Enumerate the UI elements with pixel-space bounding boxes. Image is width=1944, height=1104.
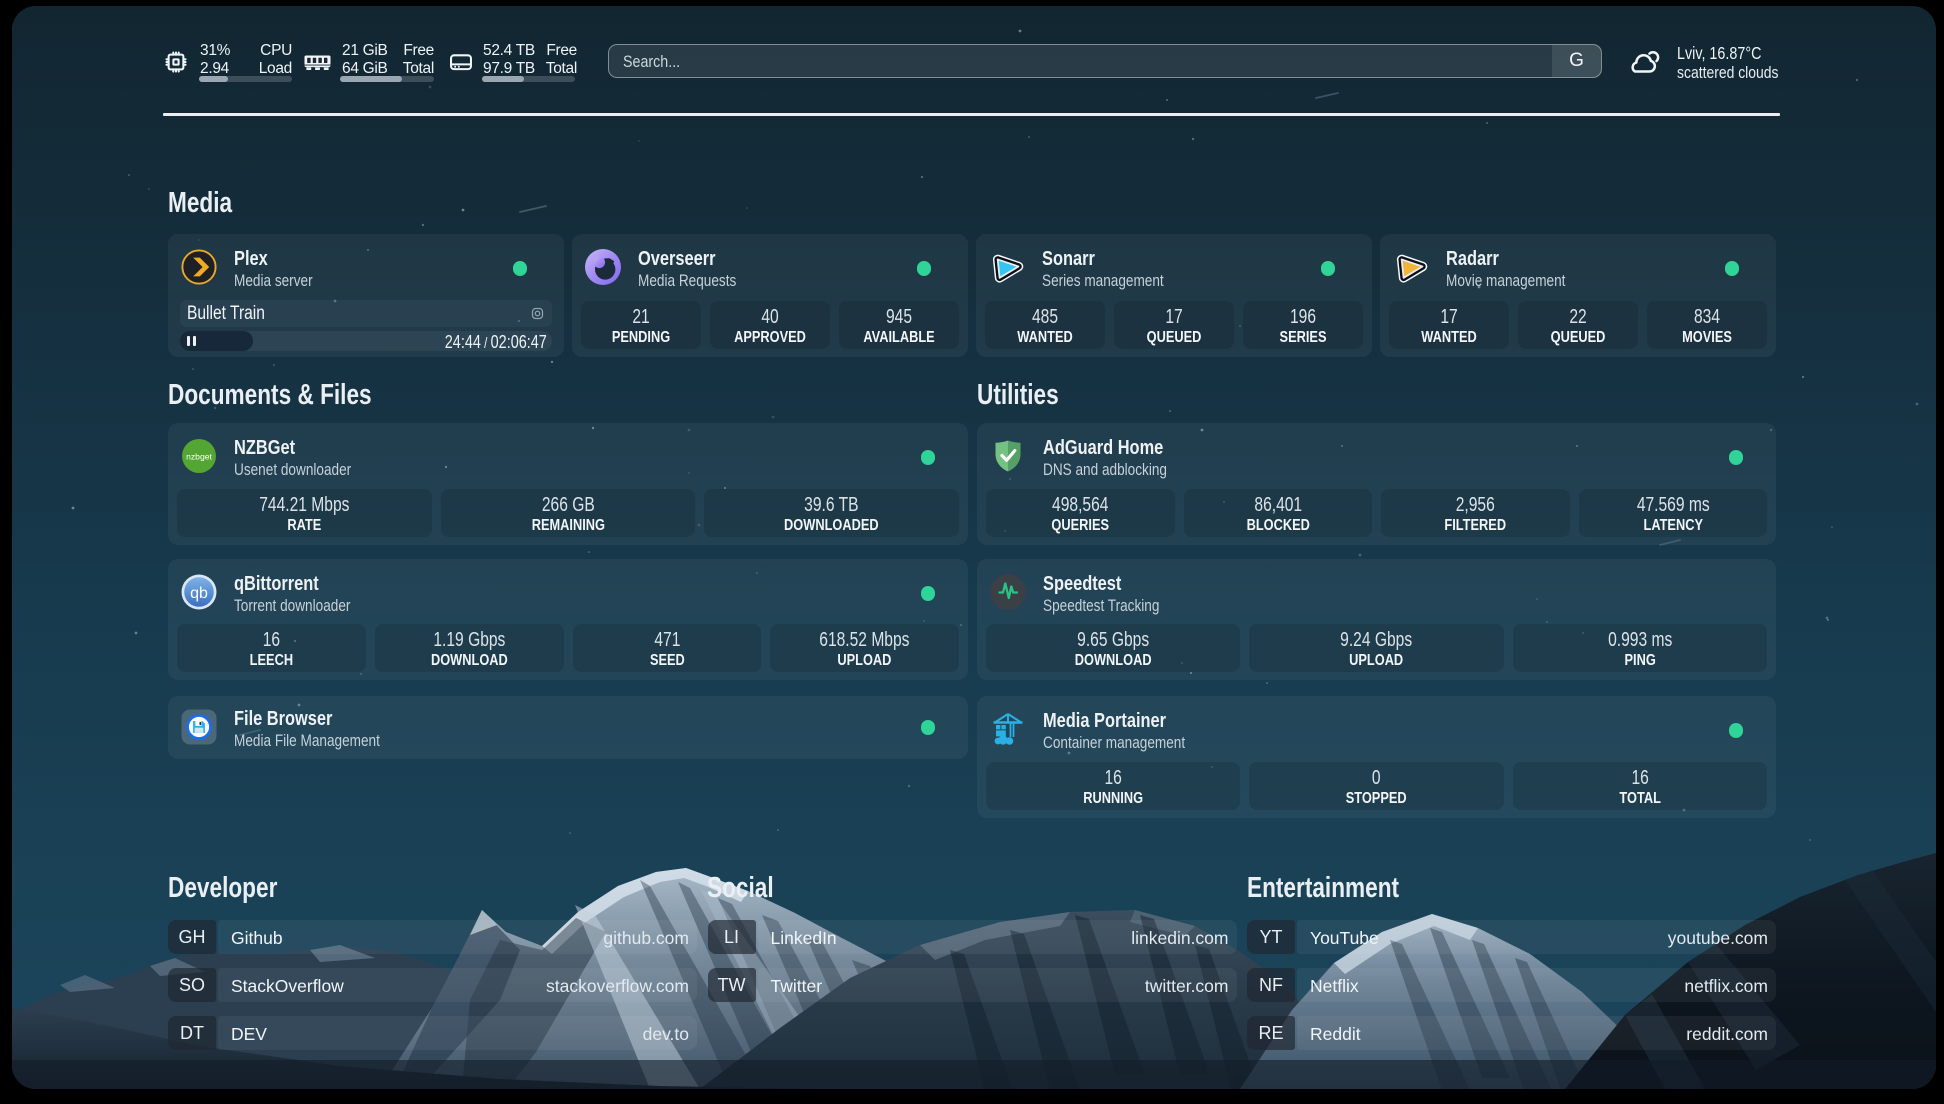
svg-text:qb: qb bbox=[190, 585, 208, 602]
svg-text:nzbget: nzbget bbox=[186, 452, 212, 462]
